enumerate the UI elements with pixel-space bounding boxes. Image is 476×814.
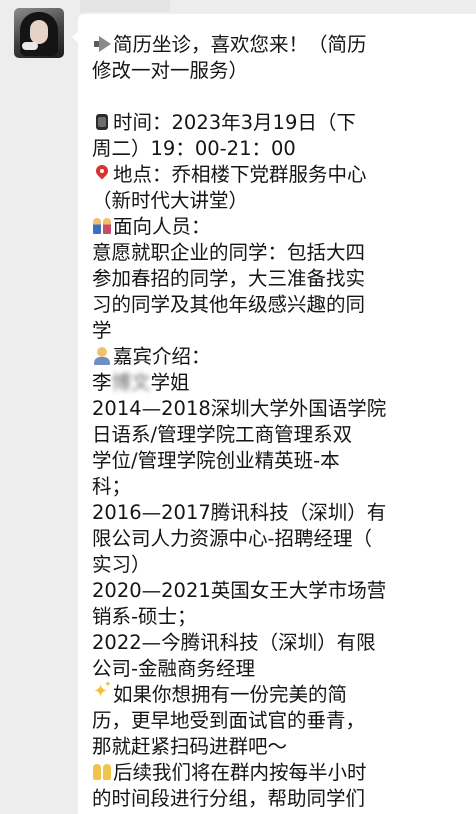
guest-surname: 李 (92, 371, 112, 394)
message-line: 科； (92, 475, 132, 498)
message-line: 的时间段进行分组，帮助同学们 (92, 787, 366, 810)
person-icon (92, 346, 112, 366)
cta-text: 如果你想拥有一份完美的简 (113, 683, 348, 706)
message-line: 周二）19：00-21：00 (92, 137, 296, 160)
message-line: （新时代大讲堂） (92, 189, 249, 212)
message-line: 公司-金融商务经理 (92, 657, 256, 680)
message-line: 销系-硕士； (92, 605, 197, 628)
redacted-name: 博文 (111, 371, 151, 394)
pin-icon (92, 164, 112, 184)
message-line: 2016—2017腾讯科技（深圳）有 (92, 501, 387, 524)
guest-title: 学姐 (150, 371, 190, 394)
message-line: 如果你想拥有一份完美的简 (92, 680, 476, 708)
message-line: 李博文学姐 (92, 370, 476, 396)
top-strip (80, 0, 170, 12)
watch-icon (92, 112, 112, 132)
message-line: 实习） (92, 553, 151, 576)
message-line: 那就赶紧扫码进群吧～ (92, 735, 288, 758)
audience-heading: 面向人员： (113, 215, 211, 238)
followup-text: 后续我们将在群内按每半小时 (113, 761, 367, 784)
sparkles-icon (92, 680, 112, 704)
message-line: 面向人员： (92, 214, 476, 240)
location-text: 地点：乔相楼下党群服务中心 (113, 163, 367, 186)
message-line: 历，更早地受到面试官的垂青， (92, 709, 366, 732)
avatar[interactable] (14, 8, 64, 58)
raised-hands-icon (92, 762, 112, 782)
message-text: 简历坐诊，喜欢您来！（简历 修改一对一服务） 时间：2023年3月19日（下 周… (92, 32, 476, 812)
megaphone-icon (92, 34, 112, 54)
time-text: 时间：2023年3月19日（下 (113, 111, 356, 134)
message-line: 2022—今腾讯科技（深圳）有限 (92, 631, 376, 654)
message-line: 嘉宾介绍： (92, 344, 476, 370)
message-line: 学 (92, 319, 112, 342)
message-line: 意愿就职企业的同学：包括大四 (92, 241, 366, 264)
avatar-headset (22, 42, 38, 50)
message-line: 2020—2021英国女王大学市场营 (92, 579, 387, 602)
avatar-face (30, 20, 48, 44)
headline-text: 简历坐诊，喜欢您来！（简历 (113, 33, 367, 56)
message-line: 时间：2023年3月19日（下 (92, 110, 476, 136)
message-line: 修改一对一服务） (92, 59, 249, 82)
message-line: 后续我们将在群内按每半小时 (92, 760, 476, 786)
message-line: 参加春招的同学，大三准备找实 (92, 267, 366, 290)
message-line: 习的同学及其他年级感兴趣的同 (92, 293, 366, 316)
message-line: 学位/管理学院创业精英班-本 (92, 449, 340, 472)
message-line: 简历坐诊，喜欢您来！（简历 (92, 32, 476, 58)
message-line: 限公司人力资源中心-招聘经理（ (92, 527, 373, 550)
message-line: 地点：乔相楼下党群服务中心 (92, 162, 476, 188)
people-icon (92, 216, 112, 236)
guest-heading: 嘉宾介绍： (113, 345, 211, 368)
message-line: 日语系/管理学院工商管理系双 (92, 423, 353, 446)
message-line: 2014—2018深圳大学外国语学院 (92, 397, 387, 420)
